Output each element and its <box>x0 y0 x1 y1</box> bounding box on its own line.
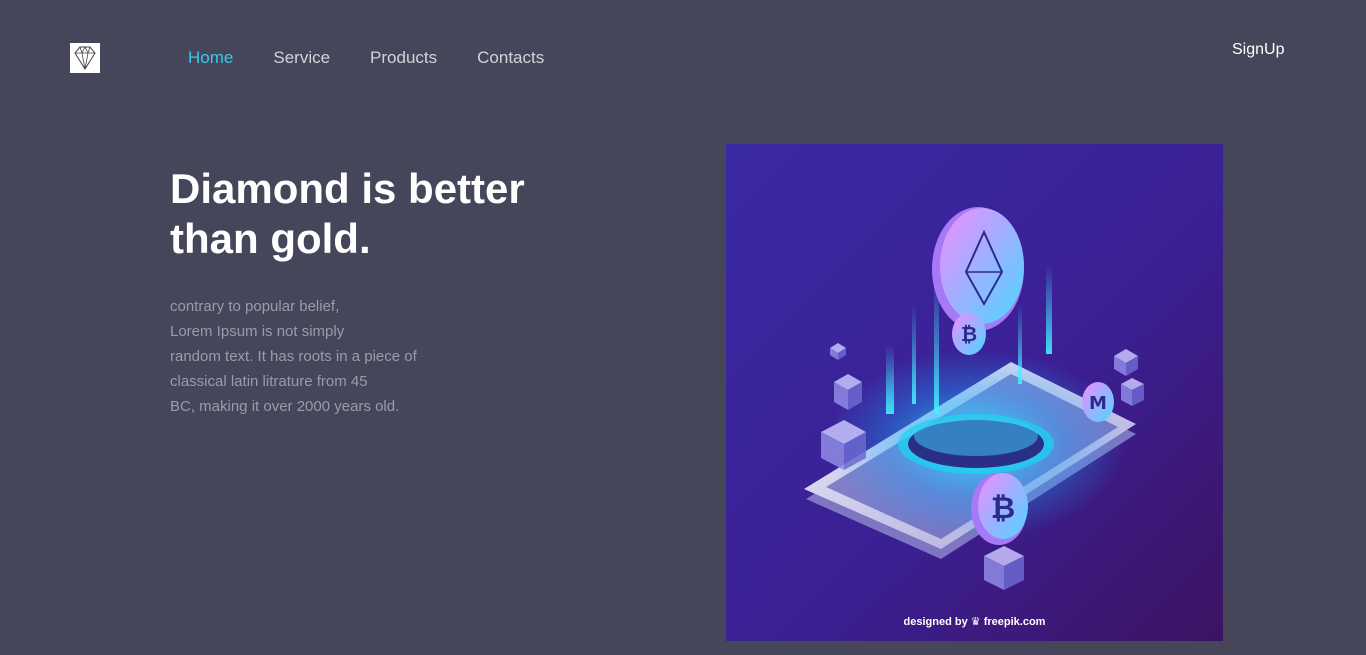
hero-title-line-1: Diamond is better <box>170 165 525 212</box>
svg-text:₿: ₿ <box>991 491 1015 526</box>
nav-home[interactable]: Home <box>188 48 233 68</box>
hero-description-line: random text. It has roots in a piece of <box>170 348 417 365</box>
hero-title-line-2: than gold. <box>170 215 371 262</box>
crypto-illustration-graphic: ₿ M ₿ <box>726 144 1223 641</box>
hero-description-line: BC, making it over 2000 years old. <box>170 398 400 415</box>
nav-products[interactable]: Products <box>370 48 437 68</box>
hero-description: contrary to popular belief, Lorem Ipsum … <box>170 294 470 419</box>
hero-description-line: Lorem Ipsum is not simply <box>170 323 345 340</box>
landing-page: Home Service Products Contacts SignUp Di… <box>0 0 1366 655</box>
diamond-icon <box>74 46 96 70</box>
diamond-logo-icon[interactable] <box>70 43 100 73</box>
crypto-phone-illustration: ₿ M ₿ designed by ♛ freepik.com <box>726 144 1223 641</box>
svg-text:₿: ₿ <box>961 322 977 346</box>
nav-contacts[interactable]: Contacts <box>477 48 544 68</box>
nav-service[interactable]: Service <box>273 48 330 68</box>
freepik-credit: designed by ♛ freepik.com <box>903 616 1046 628</box>
main-nav: Home Service Products Contacts <box>188 48 544 68</box>
signup-button[interactable]: SignUp <box>1232 40 1284 60</box>
hero-description-line: contrary to popular belief, <box>170 298 340 315</box>
svg-text:M: M <box>1089 393 1107 414</box>
hero-description-line: classical latin litrature from 45 <box>170 373 368 390</box>
hero-title: Diamond is better than gold. <box>170 164 590 264</box>
